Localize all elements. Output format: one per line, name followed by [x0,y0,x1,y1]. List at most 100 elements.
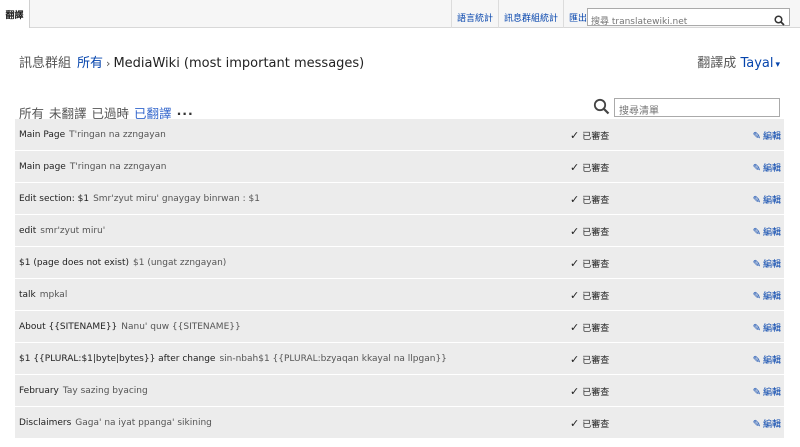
list-search-input[interactable] [615,103,779,120]
site-search-input[interactable] [588,14,771,30]
checkmark-icon: ✓ [570,289,580,302]
pencil-icon: ✎ [752,387,761,398]
translation-text: Nanu' quw {{SITENAME}} [121,322,241,332]
message-cell: talk mpkal [19,290,67,300]
pencil-icon: ✎ [752,323,761,334]
top-links: 語言統計 訊息群組統計 匯出 [451,0,592,28]
translation-text: T'ringan na zzngayan [69,130,166,140]
list-search [614,98,780,120]
tab-translate[interactable]: 翻譯 [0,0,30,28]
table-row[interactable]: Main Page T'ringan na zzngayan ✓ 已審查 ✎ 編輯 [15,119,784,151]
status-cell: ✓ 已審查 [570,257,609,270]
pencil-icon: ✎ [752,355,761,366]
edit-label[interactable]: 編輯 [763,420,781,430]
translation-text: mpkal [39,290,68,300]
source-text: Main Page [19,130,66,140]
edit-link[interactable]: ✎ 編輯 [753,161,781,174]
edit-label[interactable]: 編輯 [763,132,781,142]
pencil-icon: ✎ [752,227,761,238]
source-text: February [19,386,59,396]
group-name[interactable]: MediaWiki (most important messages) [113,56,364,71]
site-search [587,8,790,30]
edit-link[interactable]: ✎ 編輯 [753,321,781,334]
checkmark-icon: ✓ [570,385,580,398]
edit-label[interactable]: 編輯 [763,260,781,270]
pencil-icon: ✎ [752,195,761,206]
table-row[interactable]: $1 {{PLURAL:$1|byte|bytes}} after change… [15,343,784,375]
edit-link[interactable]: ✎ 編輯 [753,225,781,238]
edit-label[interactable]: 編輯 [763,196,781,206]
edit-link[interactable]: ✎ 編輯 [753,417,781,430]
edit-label[interactable]: 編輯 [763,164,781,174]
table-row[interactable]: Main page T'ringan na zzngayan ✓ 已審查 ✎ 編輯 [15,151,784,183]
language-stats-link[interactable]: 語言統計 [451,0,498,28]
message-cell: Main page T'ringan na zzngayan [19,162,167,172]
checkmark-icon: ✓ [570,417,580,430]
edit-label[interactable]: 編輯 [763,292,781,302]
pencil-icon: ✎ [752,259,761,270]
message-cell: Main Page T'ringan na zzngayan [19,130,166,140]
edit-label[interactable]: 編輯 [763,356,781,366]
message-cell: About {{SITENAME}} Nanu' quw {{SITENAME}} [19,322,241,332]
message-cell: Edit section: $1 Smr'zyut miru' gnaygay b… [19,194,260,204]
translation-text: Gaga' na iyat ppanga' sikining [75,418,212,428]
edit-link[interactable]: ✎ 編輯 [753,193,781,206]
edit-link[interactable]: ✎ 編輯 [753,353,781,366]
table-row[interactable]: Edit section: $1 Smr'zyut miru' gnaygay b… [15,183,784,215]
top-bar: 翻譯 語言統計 訊息群組統計 匯出 [0,0,800,30]
message-table: Main Page T'ringan na zzngayan ✓ 已審查 ✎ 編輯 Main… [15,119,784,439]
source-text: About {{SITENAME}} [19,322,118,332]
table-row[interactable]: February Tay sazing byacing ✓ 已審查 ✎ 編輯 [15,375,784,407]
group-label: 訊息群組 [19,56,72,71]
table-row[interactable]: About {{SITENAME}} Nanu' quw {{SITENAME}}… [15,311,784,343]
status-cell: ✓ 已審查 [570,385,609,398]
breadcrumb-separator: › [106,57,111,70]
checkmark-icon: ✓ [570,193,580,206]
edit-link[interactable]: ✎ 編輯 [753,129,781,142]
message-cell: February Tay sazing byacing [19,386,148,396]
status-label: 已審查 [582,260,610,270]
status-label: 已審查 [582,228,610,238]
status-label: 已審查 [582,356,610,366]
checkmark-icon: ✓ [570,225,580,238]
message-cell: Disclaimers Gaga' na iyat ppanga' sikinin… [19,418,212,428]
table-row[interactable]: edit smr'zyut miru' ✓ 已審查 ✎ 編輯 [15,215,784,247]
status-label: 已審查 [582,196,610,206]
status-cell: ✓ 已審查 [570,353,609,366]
edit-link[interactable]: ✎ 編輯 [753,257,781,270]
language-selector[interactable]: Tayal [740,56,773,71]
group-breadcrumb: 訊息群組 所有 › MediaWiki (most important message… [19,52,364,71]
search-icon[interactable] [774,11,785,30]
edit-label[interactable]: 編輯 [763,388,781,398]
status-cell: ✓ 已審查 [570,321,609,334]
checkmark-icon: ✓ [570,161,580,174]
source-text: Edit section: $1 [19,194,90,204]
translation-text: smr'zyut miru' [40,226,106,236]
source-text: talk [19,290,36,300]
translation-text: Tay sazing byacing [62,386,148,396]
search-icon[interactable] [593,98,610,119]
edit-link[interactable]: ✎ 編輯 [753,289,781,302]
status-label: 已審查 [582,164,610,174]
breadcrumb-all-link[interactable]: 所有 [77,56,103,71]
status-cell: ✓ 已審查 [570,193,609,206]
checkmark-icon: ✓ [570,321,580,334]
status-label: 已審查 [582,292,610,302]
source-text: edit [19,226,37,236]
chevron-down-icon[interactable]: ▾ [775,60,780,70]
status-label: 已審查 [582,132,610,142]
pencil-icon: ✎ [752,131,761,142]
source-text: $1 {{PLURAL:$1|byte|bytes}} after change [19,354,216,364]
edit-label[interactable]: 編輯 [763,228,781,238]
edit-link[interactable]: ✎ 編輯 [753,385,781,398]
pencil-icon: ✎ [752,163,761,174]
translation-text: T'ringan na zzngayan [69,162,167,172]
edit-label[interactable]: 編輯 [763,324,781,334]
group-stats-link[interactable]: 訊息群組統計 [498,0,563,28]
status-label: 已審查 [582,388,610,398]
table-row[interactable]: $1 (page does not exist) $1 (ungat zzngay… [15,247,784,279]
translation-text: $1 (ungat zzngayan) [133,258,227,268]
table-row[interactable]: talk mpkal ✓ 已審查 ✎ 編輯 [15,279,784,311]
status-cell: ✓ 已審查 [570,225,609,238]
table-row[interactable]: Disclaimers Gaga' na iyat ppanga' sikinin… [15,407,784,439]
